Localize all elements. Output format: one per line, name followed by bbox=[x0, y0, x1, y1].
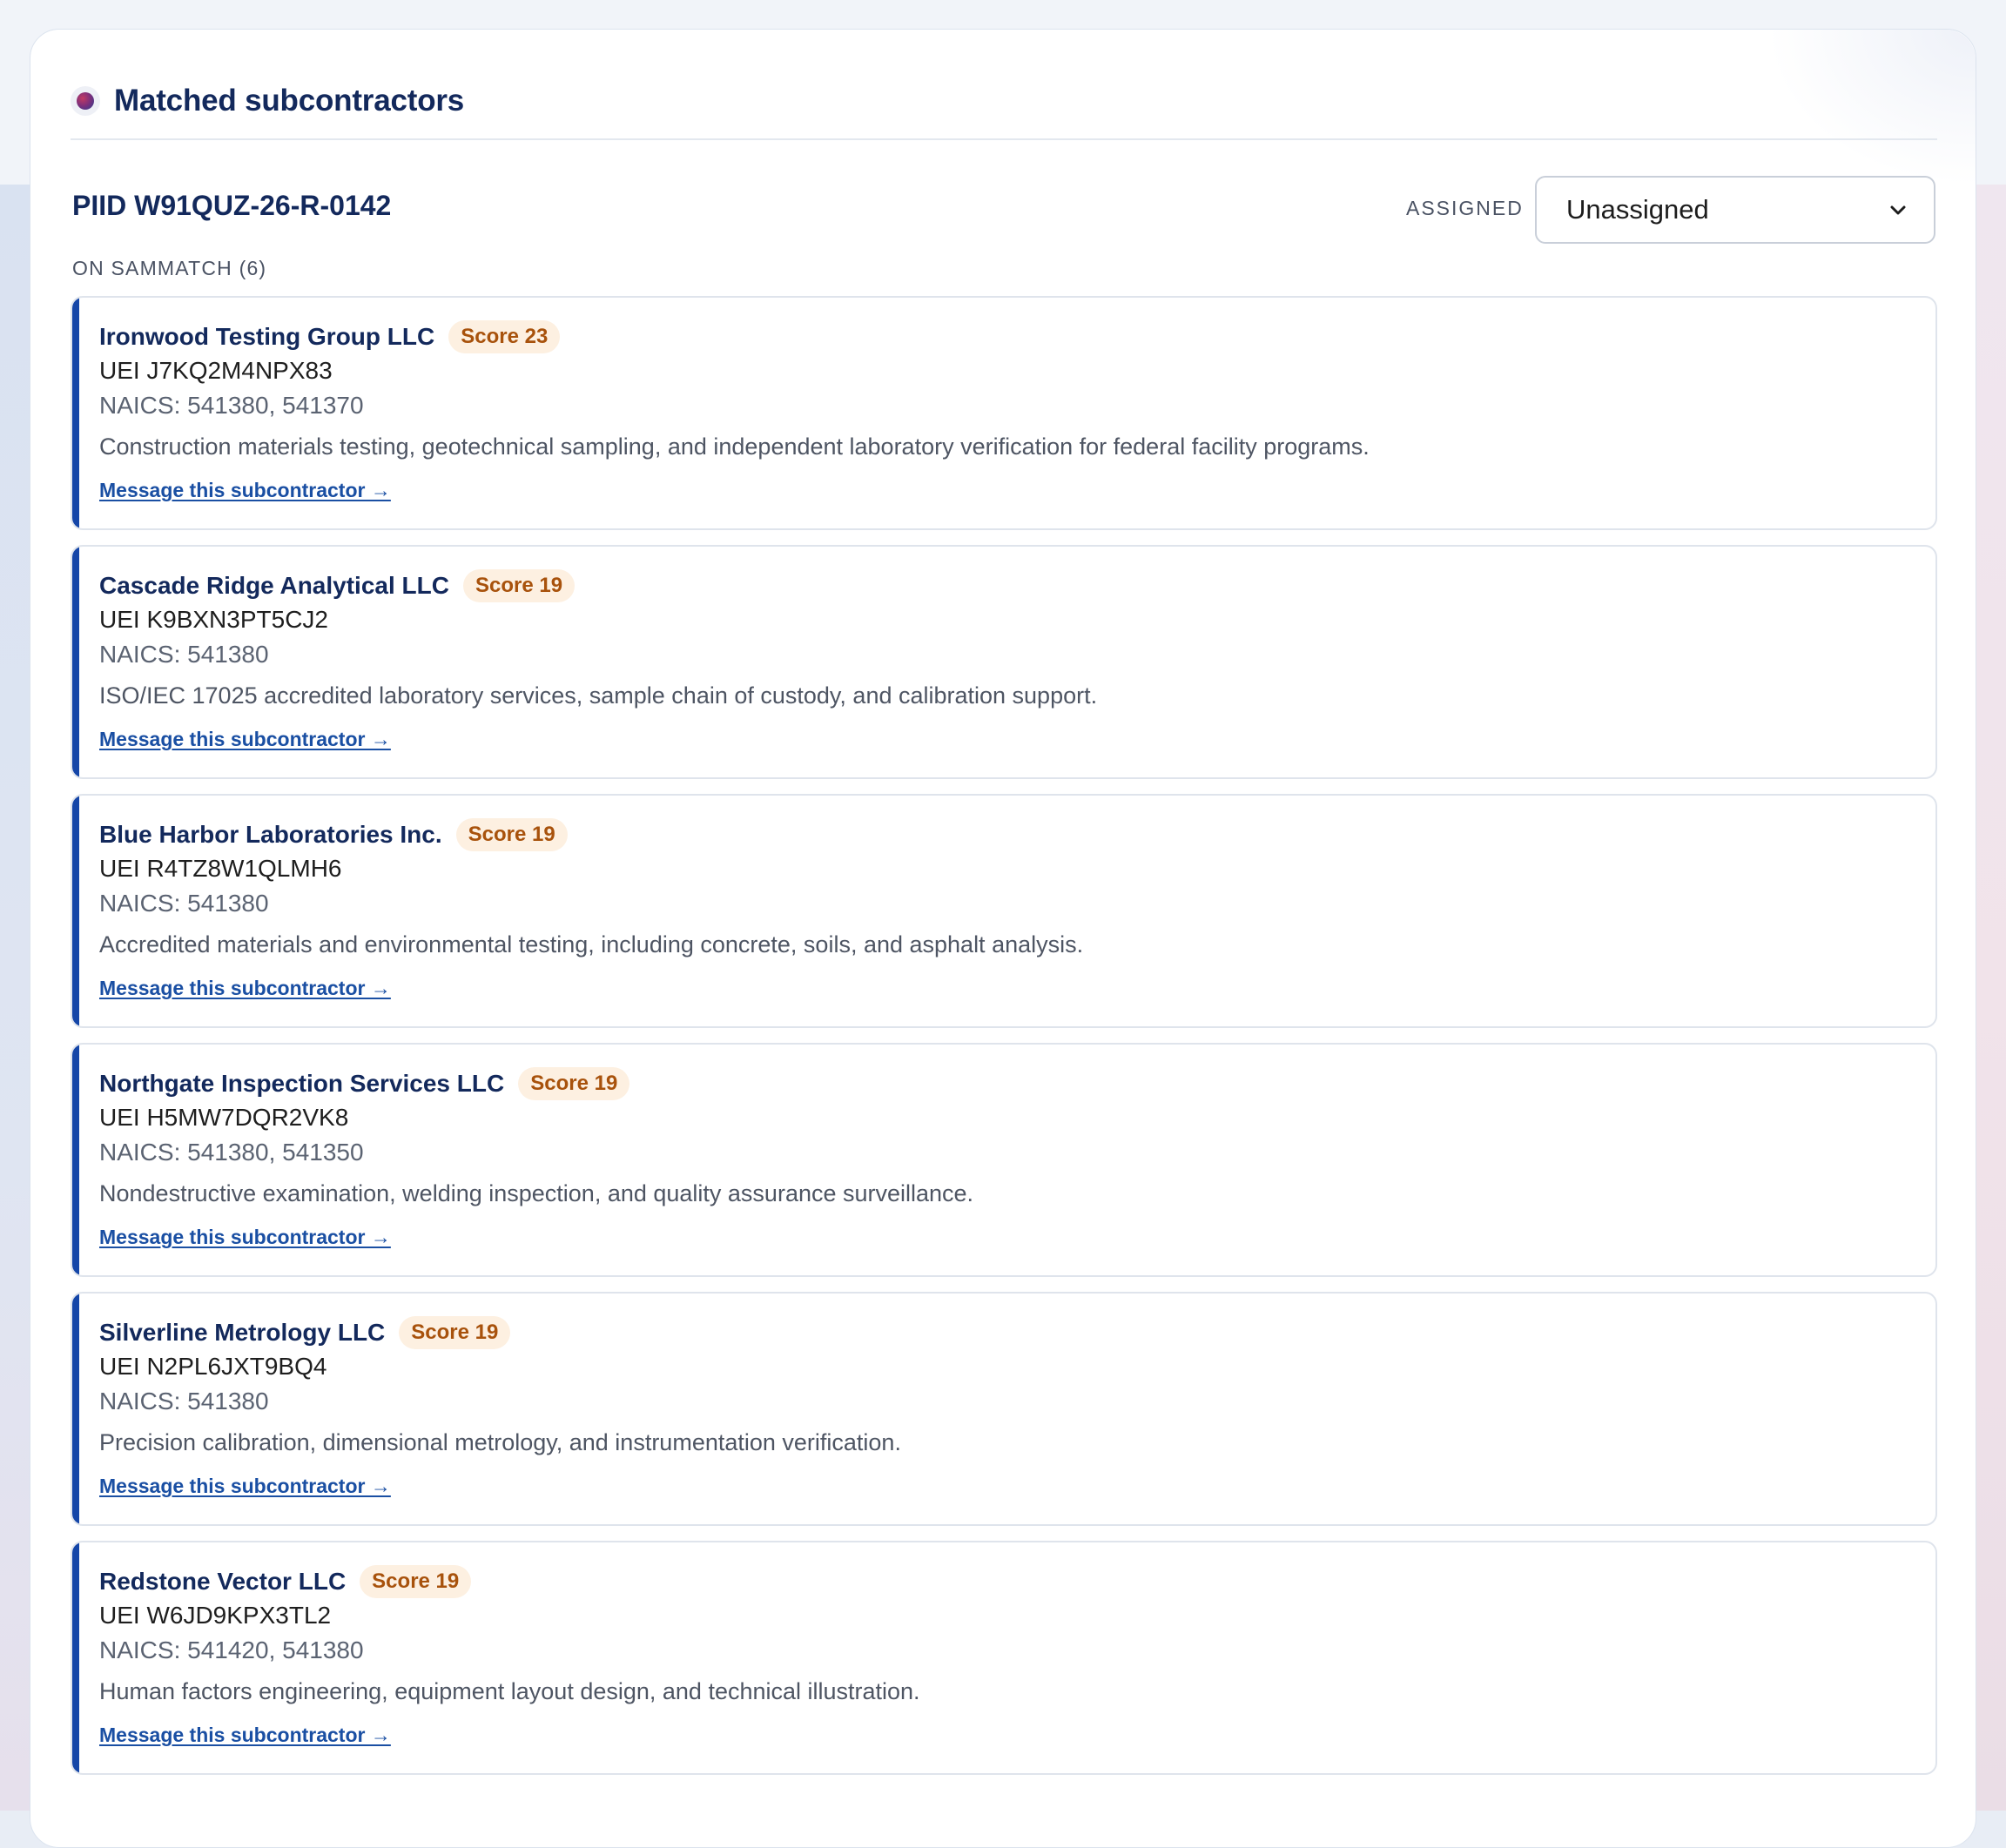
subcontractor-uei: UEI R4TZ8W1QLMH6 bbox=[99, 855, 342, 882]
subcontractor-description: Accredited materials and environmental t… bbox=[99, 931, 1084, 958]
card-heading: Silverline Metrology LLC Score 19 bbox=[99, 1316, 511, 1349]
subcontractor-naics: NAICS: 541380 bbox=[99, 890, 269, 917]
subcontractor-name: Blue Harbor Laboratories Inc. bbox=[99, 821, 442, 848]
score-badge: Score 19 bbox=[462, 569, 576, 602]
subcontractor-card: Cascade Ridge Analytical LLC Score 19 UE… bbox=[71, 545, 1937, 779]
subcontractor-uei: UEI K9BXN3PT5CJ2 bbox=[99, 606, 328, 633]
piid-heading: PIID W91QUZ-26-R-0142 bbox=[72, 190, 392, 221]
message-subcontractor-link[interactable]: Message this subcontractor → bbox=[99, 1724, 391, 1747]
subcontractor-naics: NAICS: 541380 bbox=[99, 1388, 269, 1415]
status-dot-icon bbox=[71, 86, 100, 116]
assignee-select[interactable]: Unassigned bbox=[1535, 176, 1935, 244]
score-badge: Score 19 bbox=[360, 1565, 472, 1598]
subcontractor-description: Nondestructive examination, welding insp… bbox=[99, 1180, 974, 1206]
subcontractor-uei: UEI N2PL6JXT9BQ4 bbox=[99, 1353, 327, 1380]
message-subcontractor-link[interactable]: Message this subcontractor → bbox=[99, 977, 391, 1000]
subcontractor-card: Blue Harbor Laboratories Inc. Score 19 U… bbox=[71, 794, 1937, 1028]
panel-glow bbox=[1767, 30, 1976, 186]
assigned-label: ASSIGNED bbox=[1406, 197, 1524, 219]
card-heading: Blue Harbor Laboratories Inc. Score 19 bbox=[99, 818, 568, 851]
subcontractor-description: Human factors engineering, equipment lay… bbox=[99, 1678, 920, 1704]
subcontractor-name: Silverline Metrology LLC bbox=[99, 1319, 386, 1346]
subcontractor-description: Precision calibration, dimensional metro… bbox=[99, 1429, 901, 1455]
subcontractor-description: Construction materials testing, geotechn… bbox=[99, 433, 1370, 460]
subcontractor-uei: UEI J7KQ2M4NPX83 bbox=[99, 357, 333, 384]
message-subcontractor-link[interactable]: Message this subcontractor → bbox=[99, 1475, 391, 1498]
subcontractor-list: Ironwood Testing Group LLC Score 23 UEI … bbox=[71, 296, 1937, 1790]
chevron-down-icon bbox=[1890, 205, 1906, 215]
matched-subcontractors-panel: Matched subcontractors PIID W91QUZ-26-R-… bbox=[30, 29, 1976, 1848]
page-background-right bbox=[1971, 185, 2006, 1811]
panel-header: Matched subcontractors bbox=[71, 75, 464, 127]
message-subcontractor-link[interactable]: Message this subcontractor → bbox=[99, 728, 391, 751]
subcontractor-naics: NAICS: 541420, 541380 bbox=[99, 1636, 364, 1663]
subcontractor-card: Ironwood Testing Group LLC Score 23 UEI … bbox=[71, 296, 1937, 530]
assignee-select-value: Unassigned bbox=[1566, 194, 1709, 225]
subcontractor-name: Cascade Ridge Analytical LLC bbox=[99, 572, 449, 599]
score-badge: Score 19 bbox=[399, 1316, 511, 1349]
card-heading: Northgate Inspection Services LLC Score … bbox=[99, 1067, 630, 1100]
match-count-label: ON SAMMATCH (6) bbox=[72, 257, 267, 279]
subcontractor-card: Northgate Inspection Services LLC Score … bbox=[71, 1043, 1937, 1277]
subcontractor-name: Northgate Inspection Services LLC bbox=[99, 1070, 505, 1097]
subcontractor-card: Redstone Vector LLC Score 19 UEI W6JD9KP… bbox=[71, 1541, 1937, 1775]
subcontractor-naics: NAICS: 541380 bbox=[99, 641, 269, 668]
subcontractor-naics: NAICS: 541380, 541350 bbox=[99, 1139, 364, 1166]
score-badge: Score 23 bbox=[448, 320, 561, 353]
subcontractor-name: Redstone Vector LLC bbox=[99, 1568, 347, 1595]
subcontractor-name: Ironwood Testing Group LLC bbox=[99, 323, 435, 350]
header-divider bbox=[71, 138, 1937, 140]
message-subcontractor-link[interactable]: Message this subcontractor → bbox=[99, 479, 391, 502]
subcontractor-description: ISO/IEC 17025 accredited laboratory serv… bbox=[99, 682, 1098, 709]
message-subcontractor-link[interactable]: Message this subcontractor → bbox=[99, 1226, 391, 1249]
card-heading: Redstone Vector LLC Score 19 bbox=[99, 1565, 472, 1598]
subcontractor-uei: UEI W6JD9KPX3TL2 bbox=[99, 1602, 332, 1629]
subcontractor-uei: UEI H5MW7DQR2VK8 bbox=[99, 1104, 349, 1131]
score-badge: Score 19 bbox=[518, 1067, 630, 1100]
subcontractor-card: Silverline Metrology LLC Score 19 UEI N2… bbox=[71, 1292, 1937, 1526]
score-badge: Score 19 bbox=[455, 818, 568, 851]
card-heading: Ironwood Testing Group LLC Score 23 bbox=[99, 320, 561, 353]
subcontractor-naics: NAICS: 541380, 541370 bbox=[99, 392, 364, 419]
card-heading: Cascade Ridge Analytical LLC Score 19 bbox=[99, 569, 576, 602]
panel-title: Matched subcontractors bbox=[114, 84, 465, 118]
